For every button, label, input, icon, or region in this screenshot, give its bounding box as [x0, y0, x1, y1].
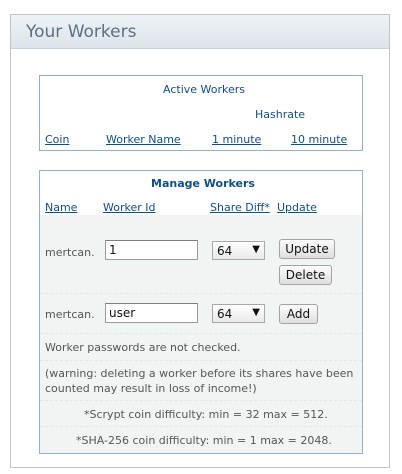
hashrate-group-label: Hashrate — [255, 108, 306, 121]
update-button[interactable]: Update — [279, 239, 335, 259]
column-name[interactable]: Name — [45, 201, 77, 214]
new-worker-id-input[interactable] — [105, 303, 198, 323]
column-coin[interactable]: Coin — [45, 133, 69, 146]
row-worker-name: mertcan. — [45, 246, 95, 259]
row-divider — [40, 360, 362, 361]
column-share-diff[interactable]: Share Diff* — [210, 201, 270, 214]
column-update[interactable]: Update — [277, 201, 317, 214]
new-share-diff-select[interactable]: 64 ▼ — [212, 304, 265, 323]
share-diff-value: 64 — [217, 307, 233, 321]
sha256-difficulty-note: *SHA-256 coin difficulty: min = 1 max = … — [76, 434, 332, 447]
share-diff-value: 64 — [217, 244, 233, 258]
column-1-minute[interactable]: 1 minute — [212, 133, 261, 146]
warning-note-line2: counted may result in loss of income!) — [45, 382, 257, 395]
warning-note-line1: (warning: deleting a worker before its s… — [45, 367, 354, 380]
row-divider — [40, 426, 362, 427]
panel-title: Your Workers — [26, 22, 137, 42]
workers-panel: Your Workers Active Workers Hashrate Coi… — [10, 14, 390, 468]
delete-button[interactable]: Delete — [279, 265, 332, 285]
dropdown-arrow-icon: ▼ — [252, 307, 260, 318]
active-workers-table: Active Workers Hashrate Coin Worker Name… — [39, 75, 363, 151]
column-worker-name[interactable]: Worker Name — [106, 133, 181, 146]
column-10-minute[interactable]: 10 minute — [291, 133, 347, 146]
share-diff-select[interactable]: 64 ▼ — [212, 241, 265, 260]
row-divider — [40, 400, 362, 401]
column-worker-id[interactable]: Worker Id — [103, 201, 155, 214]
row-divider — [40, 293, 362, 294]
row-divider — [40, 333, 362, 334]
row-worker-name: mertcan. — [45, 308, 95, 321]
manage-workers-form: Manage Workers Name Worker Id Share Diff… — [39, 170, 363, 454]
add-button[interactable]: Add — [279, 304, 318, 324]
active-workers-title: Active Workers — [163, 83, 246, 96]
dropdown-arrow-icon: ▼ — [252, 244, 260, 255]
worker-id-input[interactable] — [105, 240, 198, 260]
password-note: Worker passwords are not checked. — [45, 341, 241, 354]
scrypt-difficulty-note: *Scrypt coin difficulty: min = 32 max = … — [84, 408, 328, 421]
manage-workers-title: Manage Workers — [151, 177, 255, 190]
